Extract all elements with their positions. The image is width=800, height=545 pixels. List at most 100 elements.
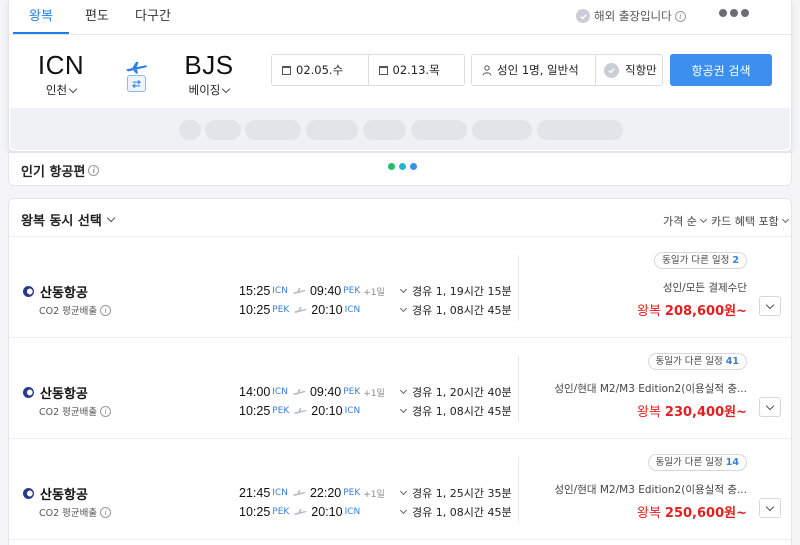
plane-icon xyxy=(294,408,307,414)
popular-title-label: 인기 항공편 xyxy=(21,165,86,180)
loading-dot xyxy=(399,163,406,170)
sort-dropdown[interactable]: 가격 순 xyxy=(663,213,707,229)
chevron-down-icon xyxy=(699,215,707,224)
chevron-down-icon xyxy=(106,213,116,223)
chevron-down-icon xyxy=(399,304,408,313)
inbound-stops[interactable]: 경유 1, 08시간 45분 xyxy=(399,504,512,520)
flight-result-row[interactable]: 산동항공 CO2 평균배출 i 21:45 ICN 22:20 PEK +1일 … xyxy=(9,439,791,540)
depart-date-label: 02.05.수 xyxy=(296,63,344,77)
inbound-stops[interactable]: 경유 1, 08시간 45분 xyxy=(399,403,512,419)
round-trip-select-dropdown[interactable]: 왕복 동시 선택 xyxy=(21,210,116,229)
info-icon[interactable]: i xyxy=(88,165,100,176)
skeleton-pill xyxy=(245,120,301,140)
co2-info: CO2 평균배출 i xyxy=(39,404,112,418)
direct-only-checkbox[interactable]: 직항만 xyxy=(595,55,662,85)
info-icon[interactable]: i xyxy=(674,10,686,22)
outbound-stops[interactable]: 경유 1, 25시간 35분 xyxy=(399,485,512,501)
inbound-leg: 10:25 PEK 20:10 ICN xyxy=(239,403,360,419)
skeleton-pill xyxy=(363,120,406,140)
expand-button[interactable] xyxy=(759,296,781,316)
skeleton-pill xyxy=(306,120,358,140)
more-icon[interactable] xyxy=(719,9,749,17)
depart-date-field[interactable]: 02.05.수 xyxy=(272,55,368,85)
dep-time: 10:25 xyxy=(239,505,271,519)
arr-airport: PEK xyxy=(343,387,361,397)
arr-airport: ICN xyxy=(344,406,361,416)
arr-time: 09:40 xyxy=(309,385,342,399)
business-trip-toggle[interactable]: 해외 출장입니다 i xyxy=(576,8,686,24)
departure-airport[interactable]: ICN 인천 xyxy=(35,50,87,98)
swap-route-button[interactable] xyxy=(124,60,148,96)
tab-one-way[interactable]: 편도 xyxy=(69,0,125,34)
co2-label: CO2 평균배출 xyxy=(39,407,98,418)
chevron-down-icon xyxy=(765,502,775,511)
badge-label: 동일가 다른 일정 xyxy=(655,457,723,468)
price-value: 250,600원~ xyxy=(664,506,747,521)
arr-airport: PEK xyxy=(343,488,361,498)
tab-round-trip[interactable]: 왕복 xyxy=(13,0,69,34)
return-date-label: 02.13.목 xyxy=(392,63,440,77)
arrival-city: 베이징 xyxy=(181,82,237,98)
co2-label: CO2 평균배출 xyxy=(39,306,98,317)
same-price-schedules-badge[interactable]: 동일가 다른 일정 41 xyxy=(647,353,747,370)
loading-dot xyxy=(410,163,417,170)
tab-multi-city[interactable]: 다구간 xyxy=(125,0,181,34)
arr-airport: ICN xyxy=(344,507,361,517)
inbound-stops[interactable]: 경유 1, 08시간 45분 xyxy=(399,302,512,318)
info-icon[interactable]: i xyxy=(100,405,112,417)
arrival-airport[interactable]: BJS 베이징 xyxy=(181,50,237,98)
popular-flights-title: 인기 항공편 i xyxy=(21,161,100,180)
expand-button[interactable] xyxy=(759,498,781,518)
card-benefit-dropdown[interactable]: 카드 혜택 포함 xyxy=(711,213,789,229)
plane-icon xyxy=(126,62,147,74)
dep-airport: ICN xyxy=(272,286,288,296)
price-value: 230,400원~ xyxy=(664,405,747,420)
airline-label: 산동항공 xyxy=(40,387,88,402)
price: 왕복 250,600원~ xyxy=(637,502,747,521)
outbound-leg: 14:00 ICN 09:40 PEK +1일 xyxy=(239,384,385,400)
dep-time: 21:45 xyxy=(239,486,271,500)
date-picker: 02.05.수 02.13.목 xyxy=(271,54,465,86)
card-filter-label: 카드 혜택 포함 xyxy=(711,215,779,228)
flight-result-row[interactable]: 산동항공 CO2 평균배출 i 14:00 ICN 09:40 PEK +1일 … xyxy=(9,338,791,439)
stops-label: 경유 1, 20시간 40분 xyxy=(412,386,512,399)
dep-airport: ICN xyxy=(272,387,288,397)
dep-airport: ICN xyxy=(272,488,288,498)
row-divider xyxy=(518,457,519,523)
skeleton-pill xyxy=(179,120,201,140)
plane-icon xyxy=(294,307,307,313)
sort-label: 가격 순 xyxy=(663,215,697,228)
expand-button[interactable] xyxy=(759,397,781,417)
chevron-down-icon xyxy=(399,405,408,414)
same-price-schedules-badge[interactable]: 동일가 다른 일정 2 xyxy=(654,252,747,269)
chevron-down-icon xyxy=(399,487,408,496)
loading-indicator xyxy=(388,163,417,170)
plane-icon xyxy=(294,509,307,515)
same-price-schedules-badge[interactable]: 동일가 다른 일정 14 xyxy=(647,454,747,471)
inbound-leg: 10:25 PEK 20:10 ICN xyxy=(239,504,360,520)
plane-icon xyxy=(292,490,306,496)
airline-logo-icon xyxy=(23,488,34,499)
flight-result-row[interactable]: 산동항공 CO2 평균배출 i 15:25 ICN 09:40 PEK +1일 … xyxy=(9,237,791,338)
outbound-stops[interactable]: 경유 1, 19시간 15분 xyxy=(399,283,512,299)
business-trip-label: 해외 출장입니다 xyxy=(594,9,672,23)
arr-time: 20:10 xyxy=(311,303,343,317)
search-flights-button[interactable]: 항공권 검색 xyxy=(670,54,772,86)
arr-time: 22:20 xyxy=(309,486,342,500)
info-icon[interactable]: i xyxy=(100,506,112,518)
airline-label: 산동항공 xyxy=(40,286,88,301)
passenger-field[interactable]: 성인 1명, 일반석 xyxy=(472,55,595,85)
arr-time: 20:10 xyxy=(311,404,343,418)
calendar-icon xyxy=(378,65,388,75)
dep-time: 15:25 xyxy=(239,284,271,298)
outbound-stops[interactable]: 경유 1, 20시간 40분 xyxy=(399,384,512,400)
stops-label: 경유 1, 25시간 35분 xyxy=(412,487,512,500)
dep-time: 14:00 xyxy=(239,385,271,399)
arrival-code: BJS xyxy=(184,50,234,80)
return-date-field[interactable]: 02.13.목 xyxy=(367,55,465,85)
price-label: 왕복 xyxy=(637,405,661,420)
passenger-options: 성인 1명, 일반석 직항만 xyxy=(471,54,663,86)
info-icon[interactable]: i xyxy=(100,304,112,316)
direct-only-label: 직항만 xyxy=(625,63,657,77)
dep-time: 10:25 xyxy=(239,404,271,418)
